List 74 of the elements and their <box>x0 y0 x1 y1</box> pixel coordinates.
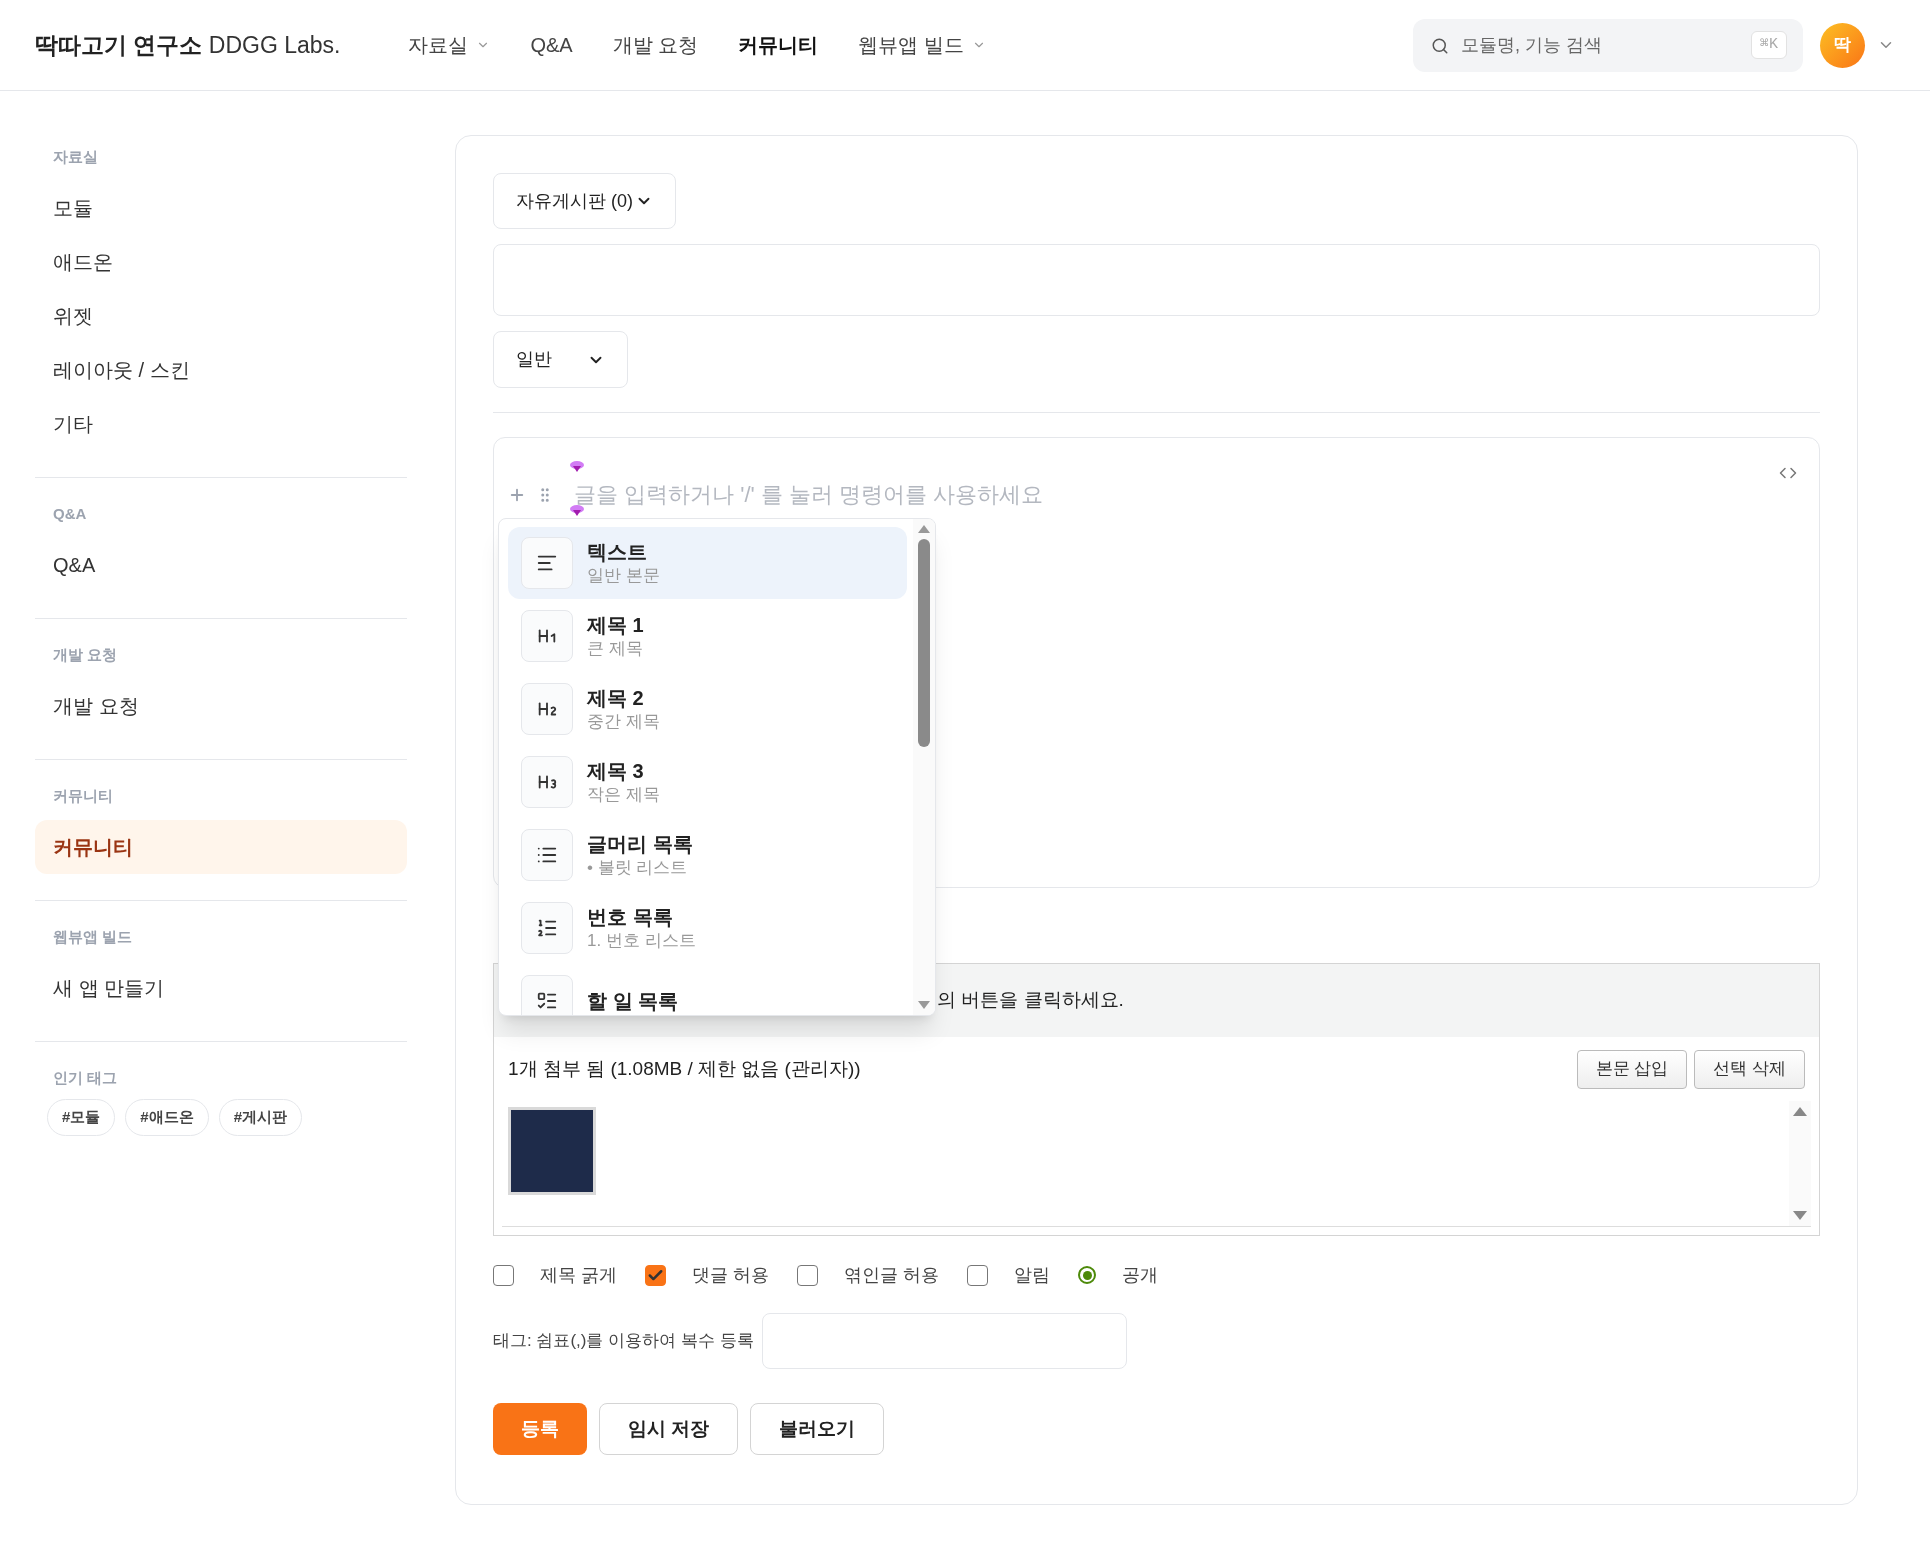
command-description: 작은 제목 <box>587 784 660 806</box>
command-title: 번호 목록 <box>587 905 674 930</box>
command-description: 큰 제목 <box>587 638 644 660</box>
attachment-button[interactable]: 본문 삽입 <box>1576 1049 1688 1089</box>
section-heading: 자료실 <box>52 147 99 167</box>
numbered-list-icon <box>536 917 558 939</box>
command-title: 텍스트 <box>587 540 648 565</box>
checkbox[interactable] <box>967 1264 989 1286</box>
attachment-summary: 1개 첨부 됨 (1.08MB / 제한 없음 (관리자)) <box>508 1056 861 1081</box>
option-label: 제목 굵게 <box>540 1263 617 1287</box>
site-logo[interactable]: 딱따고기 연구소 DDGG Labs. <box>35 27 341 63</box>
sidebar-item[interactable]: 새 앱 만들기 <box>35 961 407 1015</box>
nav-link[interactable]: 자료실 <box>408 30 491 60</box>
command-description: 중간 제목 <box>587 711 660 733</box>
radio-button[interactable] <box>1078 1266 1097 1284</box>
command-menu-item[interactable]: 번호 목록 1. 번호 리스트 <box>508 892 907 964</box>
option-label: 알림 <box>1014 1263 1051 1287</box>
command-menu-item[interactable]: 제목 2 중간 제목 <box>508 673 907 745</box>
command-menu-item[interactable]: 제목 1 큰 제목 <box>508 600 907 672</box>
section-heading: 커뮤니티 <box>52 786 114 806</box>
scroll-up-icon[interactable] <box>918 525 930 533</box>
scrollbar-thumb[interactable] <box>918 539 930 747</box>
command-description: 일반 본문 <box>587 565 660 587</box>
nav-link[interactable]: 커뮤니티 <box>738 30 819 60</box>
section-heading: 개발 요청 <box>52 645 119 665</box>
title-input[interactable] <box>493 244 1820 316</box>
tag-field-label: 태그: 쉼표(,)를 이용하여 복수 등록 <box>493 1330 754 1353</box>
category-select[interactable]: 일반 <box>493 331 628 388</box>
attachment-button[interactable]: 선택 삭제 <box>1694 1049 1805 1089</box>
sidebar-item[interactable]: 커뮤니티 <box>35 820 407 874</box>
command-title: 제목 3 <box>587 759 645 784</box>
tag-input[interactable] <box>761 1313 1127 1369</box>
board-select[interactable]: 자유게시판 (0) <box>493 173 676 229</box>
nav-link[interactable]: Q&A <box>530 30 573 60</box>
sidebar-item[interactable]: 애드온 <box>35 235 407 289</box>
command-description: 1. 번호 리스트 <box>587 930 696 952</box>
checkbox[interactable] <box>797 1264 819 1286</box>
option-label: 댓글 허용 <box>692 1263 770 1287</box>
command-menu-item[interactable]: 텍스트 일반 본문 <box>508 527 907 599</box>
upload-hint: 의 버튼을 클릭하세요. <box>937 988 1124 1013</box>
sidebar-item[interactable]: 모듈 <box>35 181 407 235</box>
nav-link[interactable]: 웹뷰앱 빌드 <box>858 30 986 60</box>
command-description: • 불릿 리스트 <box>587 857 689 879</box>
command-title: 글머리 목록 <box>587 832 693 857</box>
section-heading: 웹뷰앱 빌드 <box>52 927 134 947</box>
sidebar-item[interactable]: Q&A <box>35 538 407 592</box>
form-button[interactable]: 임시 저장 <box>599 1403 739 1455</box>
selection-handle-icon[interactable] <box>569 460 585 474</box>
editor-placeholder: 글을 입력하거나 '/' 를 눌러 명령어를 사용하세요 <box>574 481 1044 509</box>
photo-placeholder[interactable] <box>508 1107 596 1195</box>
scroll-down-icon[interactable] <box>918 1001 930 1009</box>
scroll-down-icon[interactable] <box>1793 1211 1807 1220</box>
scrollbar[interactable] <box>913 519 935 1015</box>
command-menu-item[interactable]: 글머리 목록 • 불릿 리스트 <box>508 819 907 891</box>
option-label: 엮인글 허용 <box>844 1263 940 1287</box>
form-button[interactable]: 불러오기 <box>750 1403 885 1455</box>
checkbox[interactable] <box>493 1264 514 1286</box>
command-menu-item[interactable]: 제목 3 작은 제목 <box>508 746 907 818</box>
selection-handle-icon[interactable] <box>569 504 585 518</box>
checkbox[interactable] <box>645 1264 666 1286</box>
option-label: 공개 <box>1122 1263 1159 1287</box>
sidebar-item[interactable]: 개발 요청 <box>35 679 407 733</box>
sidebar-item[interactable]: 위젯 <box>35 289 407 343</box>
section-heading: Q&A <box>52 504 88 524</box>
sidebar-item[interactable]: 기타 <box>35 397 407 451</box>
scroll-up-icon[interactable] <box>1793 1107 1807 1116</box>
command-title: 제목 1 <box>587 613 644 638</box>
sidebar-item[interactable]: 레이아웃 / 스킨 <box>35 343 407 397</box>
nav-link[interactable]: 개발 요청 <box>612 30 699 60</box>
search-icon <box>1431 36 1449 55</box>
command-menu-item[interactable]: 할 일 목록 <box>508 965 907 1015</box>
command-title: 할 일 목록 <box>587 989 679 1014</box>
command-title: 제목 2 <box>587 686 645 711</box>
section-heading: 인기 태그 <box>52 1068 119 1088</box>
